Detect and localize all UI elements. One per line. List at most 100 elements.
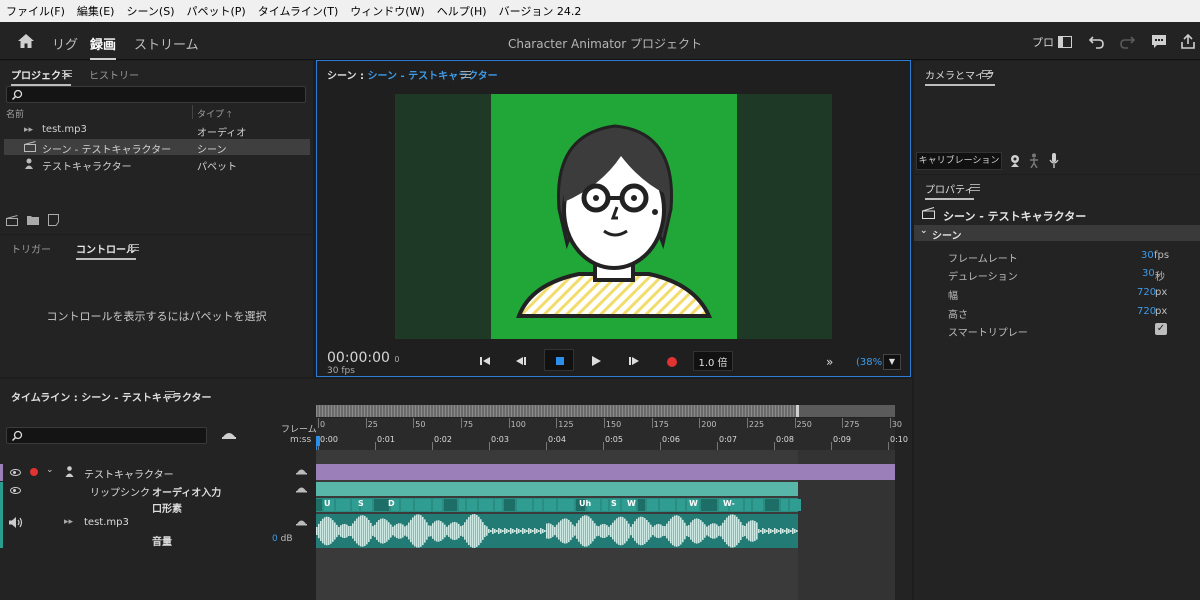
body-tracking-icon[interactable] <box>1029 153 1039 168</box>
work-area-range[interactable] <box>316 405 798 417</box>
puppet-solo-icon[interactable] <box>296 467 307 476</box>
viseme-segment[interactable] <box>558 499 574 511</box>
viseme-segment[interactable] <box>504 499 515 511</box>
speed-button[interactable]: 1.0 倍 <box>693 351 733 371</box>
time-ruler[interactable]: 0 25 50 75 100 125 150 175 200 225 250 275 30 0:00 0:0… <box>316 418 908 450</box>
controls-menu-icon[interactable] <box>129 244 139 251</box>
viseme-segment[interactable] <box>638 499 645 511</box>
play-button[interactable] <box>585 352 607 370</box>
project-menu-icon[interactable] <box>62 70 72 77</box>
new-scene-icon[interactable] <box>6 215 18 226</box>
audio-solo-icon[interactable] <box>296 518 307 527</box>
stop-button[interactable] <box>544 349 574 371</box>
audio-input-take[interactable] <box>316 482 798 496</box>
eye-icon[interactable] <box>10 487 21 494</box>
zoom-dropdown[interactable]: ▼ <box>883 354 901 370</box>
mode-rig[interactable]: リグ <box>52 34 78 53</box>
column-name[interactable]: 名前 <box>6 107 24 120</box>
filter-puppets-icon[interactable] <box>221 429 237 441</box>
puppet-track-bar[interactable] <box>316 464 895 480</box>
volume-value[interactable]: 0 dB <box>272 534 293 544</box>
camera-menu-icon[interactable] <box>982 70 992 77</box>
viseme-segment[interactable] <box>433 499 442 511</box>
list-item[interactable]: ▸▸ test.mp3 オーディオ <box>4 122 310 139</box>
pro-label[interactable]: プロ <box>1032 34 1054 50</box>
viseme-segment[interactable] <box>790 499 801 511</box>
fast-forward-icon[interactable]: » <box>826 355 833 369</box>
menu-item[interactable]: シーン(S) <box>126 3 174 19</box>
list-item[interactable]: シーン - テストキャラクター シーン <box>4 139 310 156</box>
go-to-start-button[interactable] <box>474 352 496 370</box>
panel-layout-icon[interactable] <box>1058 36 1072 48</box>
speaker-icon[interactable] <box>9 517 23 528</box>
smart-replay-checkbox[interactable]: ✓ <box>1155 323 1167 335</box>
prop-value-framerate[interactable]: 30 <box>1141 250 1154 261</box>
mode-record[interactable]: 録画 <box>90 34 117 60</box>
prop-value-height[interactable]: 720 <box>1137 306 1156 317</box>
list-item[interactable]: テストキャラクター パペット <box>4 156 310 173</box>
prop-value-duration[interactable]: 30 <box>1142 268 1155 279</box>
viseme-segment[interactable] <box>745 499 751 511</box>
viseme-segment[interactable] <box>647 499 658 511</box>
viseme-segment[interactable] <box>544 499 556 511</box>
viseme-segment[interactable] <box>401 499 413 511</box>
menu-item[interactable]: ヘルプ(H) <box>437 3 487 19</box>
scene-menu-icon[interactable] <box>461 71 471 78</box>
viseme-segment[interactable] <box>316 499 322 511</box>
timeline-search-input[interactable] <box>6 427 207 444</box>
menu-item[interactable]: ファイル(F) <box>6 3 65 19</box>
viseme-segment[interactable] <box>479 499 493 511</box>
step-back-button[interactable] <box>510 352 532 370</box>
tab-history[interactable]: ヒストリー <box>89 67 139 82</box>
timeline-menu-icon[interactable] <box>165 391 175 398</box>
viseme-segment[interactable] <box>534 499 542 511</box>
viseme-track[interactable]: U S D Uh S W W W- <box>316 498 801 512</box>
lipsync-solo-icon[interactable] <box>296 485 307 494</box>
new-item-icon[interactable] <box>48 214 59 226</box>
properties-menu-icon[interactable] <box>970 184 980 191</box>
tab-triggers[interactable]: トリガー <box>11 241 51 256</box>
tab-controls[interactable]: コントロール <box>76 241 136 260</box>
viseme-segment[interactable] <box>602 499 608 511</box>
character-puppet[interactable] <box>491 94 737 339</box>
redo-icon[interactable] <box>1119 35 1135 49</box>
audio-clip[interactable] <box>316 514 798 548</box>
camera-icon[interactable] <box>1009 154 1021 167</box>
calibrate-button[interactable]: キャリブレーション <box>916 152 1002 170</box>
viseme-segment[interactable] <box>467 499 477 511</box>
viseme-segment[interactable] <box>444 499 457 511</box>
playhead-marker[interactable] <box>316 436 320 446</box>
step-forward-button[interactable] <box>623 352 645 370</box>
menu-item[interactable]: パペット(P) <box>186 3 245 19</box>
prop-value-width[interactable]: 720 <box>1137 287 1156 298</box>
eye-icon[interactable] <box>10 469 21 476</box>
undo-icon[interactable] <box>1089 35 1105 49</box>
work-area-end-handle[interactable] <box>796 405 799 417</box>
viseme-segment[interactable] <box>753 499 763 511</box>
properties-section-scene[interactable]: ⌄ シーン <box>914 225 1200 242</box>
menu-item[interactable]: 編集(E) <box>77 3 115 19</box>
column-type[interactable]: タイプ 🡑 <box>197 107 232 123</box>
record-arm-icon[interactable] <box>30 468 38 476</box>
viseme-segment[interactable] <box>765 499 779 511</box>
viseme-segment[interactable] <box>459 499 465 511</box>
viseme-segment[interactable] <box>336 499 350 511</box>
feedback-icon[interactable] <box>1151 34 1167 49</box>
menu-item[interactable]: タイムライン(T) <box>258 3 339 19</box>
viseme-segment[interactable] <box>374 499 389 511</box>
scene-title-link[interactable]: シーン - テストキャラクター <box>367 71 497 82</box>
viseme-segment[interactable] <box>517 499 532 511</box>
viseme-segment[interactable] <box>660 499 675 511</box>
microphone-icon[interactable] <box>1049 153 1059 168</box>
viseme-segment[interactable] <box>781 499 788 511</box>
stage-canvas[interactable] <box>491 94 737 339</box>
record-button[interactable] <box>667 357 677 367</box>
project-search-input[interactable] <box>6 86 306 103</box>
folder-icon[interactable] <box>27 215 39 225</box>
mode-stream[interactable]: ストリーム <box>134 34 199 53</box>
viseme-segment[interactable] <box>677 499 685 511</box>
share-icon[interactable] <box>1181 34 1195 49</box>
menu-item[interactable]: ウィンドウ(W) <box>350 3 424 19</box>
viseme-segment[interactable] <box>701 499 717 511</box>
viseme-segment[interactable] <box>415 499 431 511</box>
